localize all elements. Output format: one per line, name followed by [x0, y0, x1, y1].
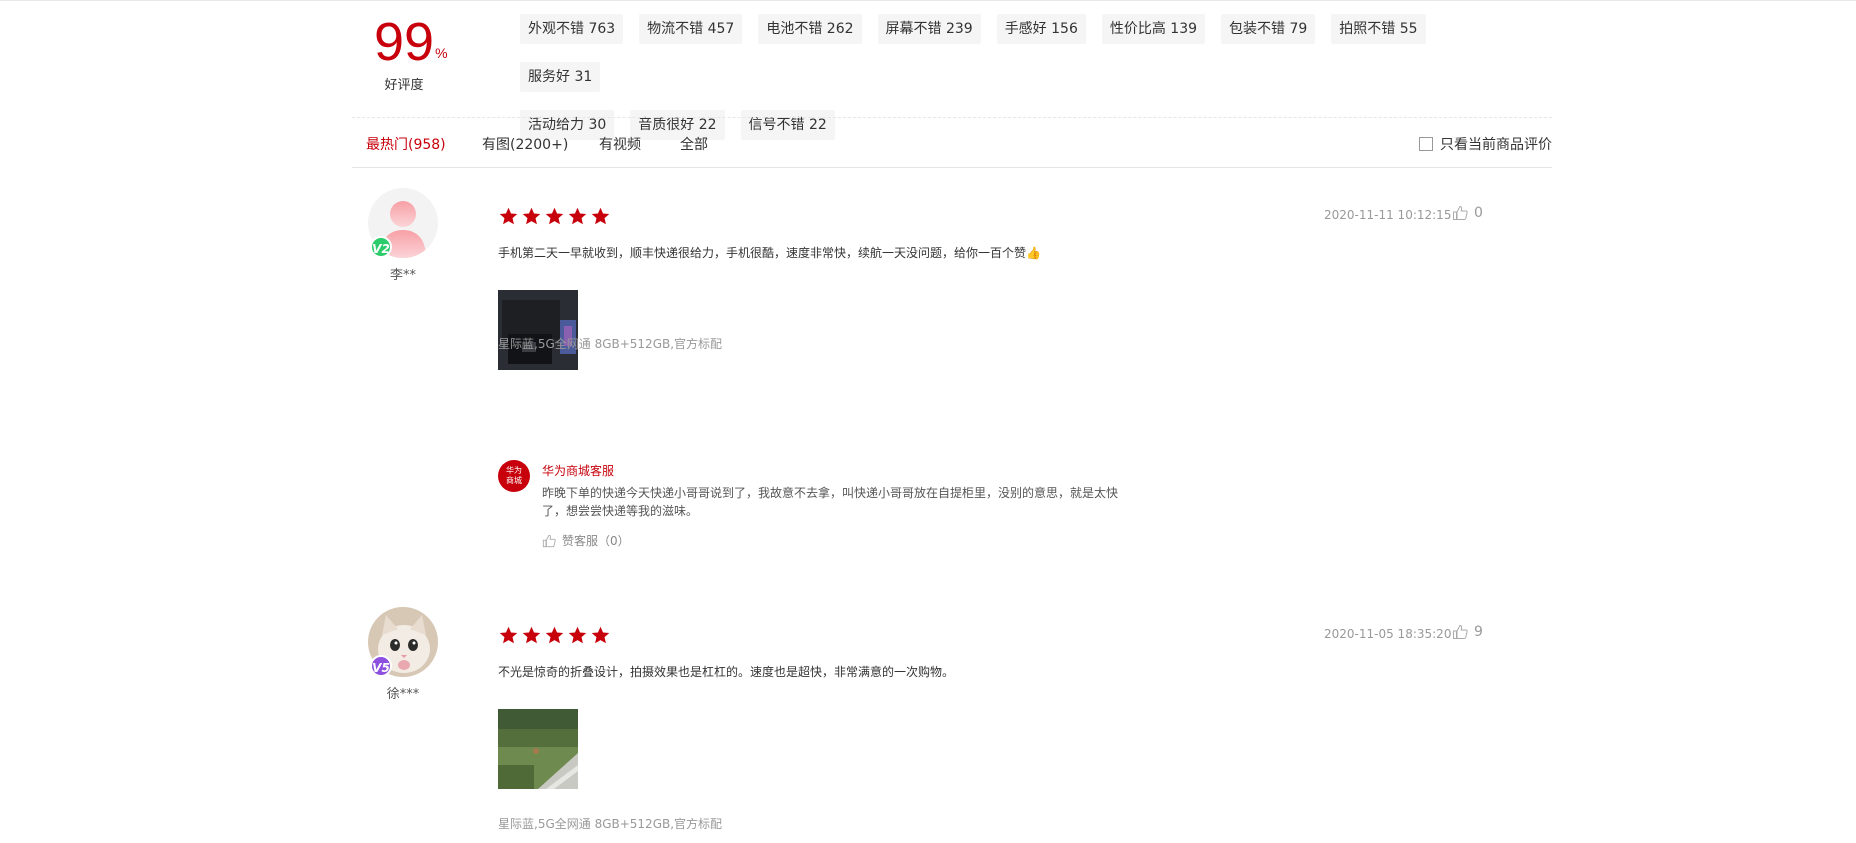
like-service-button[interactable]: 赞客服（0） [542, 532, 630, 549]
review-photo-thumbnail[interactable] [498, 709, 578, 789]
thumbs-up-icon [542, 534, 556, 547]
review-photo-thumbnail[interactable] [498, 290, 578, 370]
reviewer-block: V5 徐*** [368, 607, 438, 702]
reviewer-name: 李** [389, 268, 416, 283]
huawei-mall-logo: 华为 商城 [498, 460, 530, 492]
review-item: V5 徐*** 2020-11-05 18:35:20 9 不光是惊奇的折叠设计… [352, 607, 1552, 843]
review-filter-bar: 最热门(958) 有图(2200+) 有视频 全部 只看当前商品评价 [352, 118, 1552, 168]
like-button[interactable]: 0 [1452, 205, 1483, 221]
star-icon [591, 207, 610, 225]
star-rating [498, 206, 611, 227]
review-tag[interactable]: 电池不错 262 [758, 14, 862, 44]
reviewer-block: V2 李** [368, 188, 438, 283]
tab-all[interactable]: 全部 [680, 134, 708, 154]
review-text: 不光是惊奇的折叠设计，拍摄效果也是杠杠的。速度也是超快，非常满意的一次购物。 [498, 665, 955, 679]
star-icon [522, 626, 541, 644]
review-item: V2 李** 2020-11-11 10:12:15 0 手机第二天一早就收到，… [352, 188, 1552, 558]
star-icon [545, 626, 564, 644]
review-tag[interactable]: 屏幕不错 239 [877, 14, 981, 44]
like-count: 0 [1474, 205, 1483, 221]
only-current-product-toggle[interactable]: 只看当前商品评价 [1419, 134, 1552, 154]
like-button[interactable]: 9 [1452, 624, 1483, 640]
reviewer-name: 徐*** [386, 687, 420, 702]
thumbs-up-icon [1453, 205, 1468, 220]
rating-summary: 99% 好评度 外观不错 763 物流不错 457 电池不错 262 屏幕不错 … [352, 6, 1552, 140]
only-current-checkbox[interactable] [1419, 137, 1433, 151]
product-spec: 星际蓝,5G全网通 8GB+512GB,官方标配 [498, 337, 723, 351]
star-icon [568, 207, 587, 225]
review-tag[interactable]: 拍照不错 55 [1331, 14, 1426, 44]
star-icon [499, 626, 518, 644]
review-timestamp: 2020-11-11 10:12:15 [1324, 208, 1452, 222]
star-icon [568, 626, 587, 644]
tab-with-images[interactable]: 有图(2200+) [482, 134, 568, 154]
tab-hottest[interactable]: 最热门(958) [366, 134, 446, 154]
star-icon [591, 626, 610, 644]
top-divider [0, 0, 1856, 1]
review-timestamp: 2020-11-05 18:35:20 [1324, 627, 1452, 641]
positive-rate-label: 好评度 [384, 78, 424, 93]
like-count: 9 [1474, 624, 1483, 640]
user-level-badge: V2 [370, 236, 392, 258]
percent-sign: % [435, 45, 448, 61]
review-tag[interactable]: 物流不错 457 [639, 14, 743, 44]
thumbs-up-icon [1453, 624, 1468, 639]
review-tag[interactable]: 服务好 31 [520, 62, 601, 92]
only-current-label: 只看当前商品评价 [1440, 137, 1552, 153]
outdoor-photo [498, 709, 578, 789]
review-text: 手机第二天一早就收到，顺丰快递很给力，手机很酷，速度非常快，续航一天没问题，给你… [498, 246, 1041, 260]
score-value: 99 [374, 12, 435, 72]
tab-with-video[interactable]: 有视频 [599, 134, 641, 154]
positive-rate-score: 99% [374, 10, 448, 74]
reply-author: 华为商城客服 [542, 464, 615, 478]
reply-text: 昨晚下单的快递今天快递小哥哥说到了，我故意不去拿，叫快递小哥哥放在自提柜里，没别… [542, 486, 1119, 518]
star-icon [499, 207, 518, 225]
user-level-badge: V5 [370, 655, 392, 677]
review-tag[interactable]: 包装不错 79 [1221, 14, 1316, 44]
like-service-label: 赞客服（0） [562, 534, 630, 548]
phone-box-photo [498, 290, 578, 370]
star-rating [498, 625, 611, 646]
star-icon [545, 207, 564, 225]
review-tag[interactable]: 性价比高 139 [1101, 14, 1206, 44]
review-tag[interactable]: 外观不错 763 [520, 14, 624, 44]
star-icon [522, 207, 541, 225]
review-tag[interactable]: 手感好 156 [996, 14, 1086, 44]
product-spec: 星际蓝,5G全网通 8GB+512GB,官方标配 [498, 817, 723, 831]
